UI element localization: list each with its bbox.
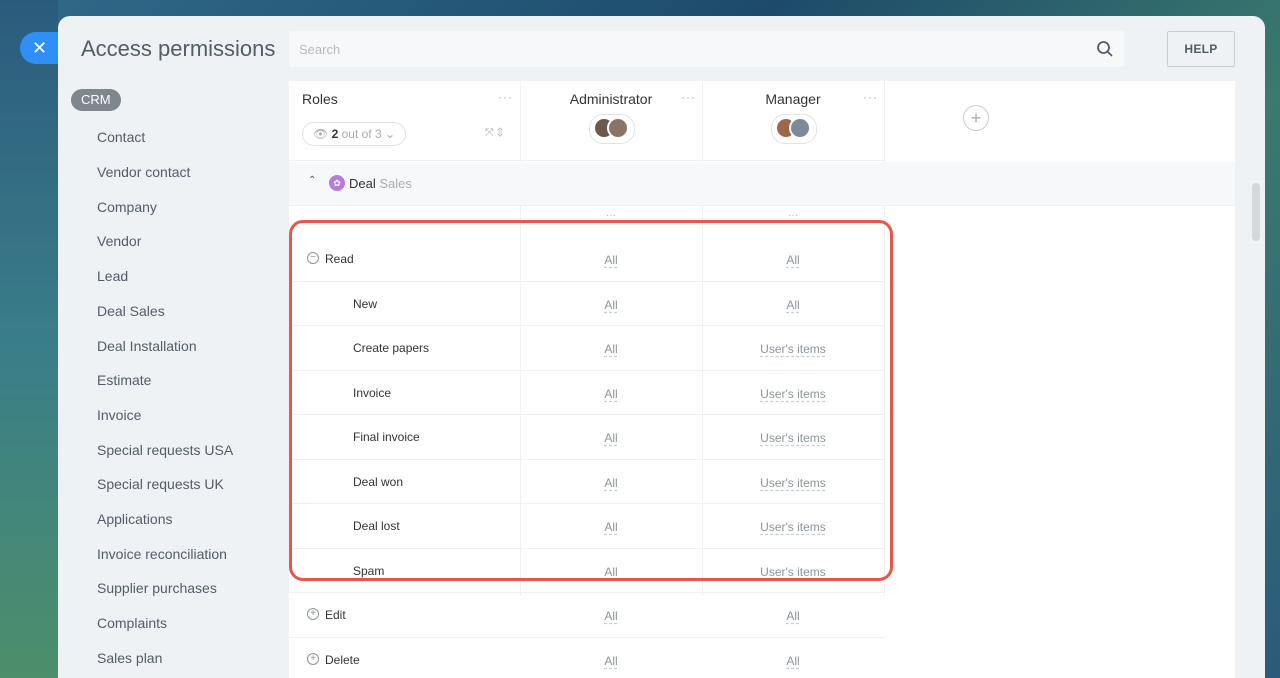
sidebar-item-special-requests-uk[interactable]: Special requests UK	[97, 476, 224, 492]
collapse-icon[interactable]: −	[307, 252, 319, 264]
administrator-permission-value[interactable]: All	[520, 431, 702, 445]
search-icon[interactable]	[1096, 40, 1114, 58]
table-row: − Read All All	[289, 237, 885, 282]
row-label: New	[353, 296, 378, 311]
table-row: Create papers All User's items	[289, 326, 885, 371]
sidebar-item-invoice[interactable]: Invoice	[97, 407, 141, 423]
row-label: Read	[325, 252, 354, 266]
column-administrator-title: Administrator	[569, 91, 653, 107]
table-row: Deal lost All User's items	[289, 504, 885, 549]
sidebar-item-lead[interactable]: Lead	[97, 268, 128, 284]
section-deal-sales[interactable]: ⌃ ✿ Deal Sales	[289, 162, 1235, 206]
close-icon: ✕	[32, 38, 48, 58]
row-label: Final invoice	[353, 430, 420, 444]
manager-menu-icon[interactable]: ···	[863, 90, 878, 104]
avatar	[789, 117, 811, 139]
table-row: Deal won All User's items	[289, 460, 885, 504]
column-manager-title: Manager	[765, 91, 821, 107]
table-row: + Edit All All	[289, 593, 885, 638]
section-title: Deal Sales	[349, 176, 412, 191]
administrator-section-menu-icon[interactable]: ···	[520, 210, 702, 221]
row-label: Deal won	[353, 474, 404, 489]
administrator-permission-value[interactable]: All	[520, 298, 702, 312]
administrator-permission-value[interactable]: All	[520, 654, 702, 668]
crm-badge[interactable]: CRM	[71, 89, 121, 111]
help-button[interactable]: HELP	[1167, 31, 1235, 67]
sidebar-item-company[interactable]: Company	[97, 199, 157, 215]
row-label: Invoice	[353, 385, 392, 400]
page-title: Access permissions	[81, 36, 276, 61]
search-bar	[289, 31, 1124, 67]
sidebar-item-vendor-contact[interactable]: Vendor contact	[97, 164, 190, 180]
administrator-permission-value[interactable]: All	[520, 565, 702, 579]
permissions-table: Roles ··· 👁 2 out of 3 ⌄ ⤧ ⇕ Administrat…	[289, 81, 1235, 678]
manager-permission-value[interactable]: All	[702, 609, 884, 623]
sidebar-item-contact[interactable]: Contact	[97, 129, 145, 145]
sidebar-item-invoice-reconciliation[interactable]: Invoice reconciliation	[97, 546, 227, 562]
manager-permission-value[interactable]: All	[702, 253, 884, 267]
administrator-menu-icon[interactable]: ···	[681, 90, 696, 104]
row-label: Create papers	[353, 341, 430, 355]
sidebar-item-sales-plan[interactable]: Sales plan	[97, 650, 162, 666]
table-row: Spam All User's items	[289, 549, 885, 593]
roles-filter-pill[interactable]: 👁 2 out of 3 ⌄	[302, 122, 407, 146]
handshake-icon: ✿	[329, 175, 345, 191]
sidebar-item-supplier-purchases[interactable]: Supplier purchases	[97, 580, 217, 596]
vertical-scrollbar[interactable]	[1252, 183, 1260, 241]
administrator-permission-value[interactable]: All	[520, 520, 702, 534]
manager-permission-value[interactable]: User's items	[702, 520, 884, 534]
sidebar-item-estimate[interactable]: Estimate	[97, 372, 151, 388]
expand-icon[interactable]: +	[307, 652, 319, 665]
manager-section-menu-icon[interactable]: ···	[702, 210, 884, 221]
administrator-avatars[interactable]	[589, 114, 635, 145]
sidebar-item-complaints[interactable]: Complaints	[97, 615, 167, 631]
background-app-strip	[0, 0, 58, 678]
collapse-expand-icon[interactable]: ⤧ ⇕	[485, 127, 503, 140]
expand-icon[interactable]: +	[307, 608, 319, 620]
manager-permission-value[interactable]: User's items	[702, 431, 884, 445]
row-label: Edit	[325, 608, 346, 622]
roles-menu-icon[interactable]: ···	[498, 90, 513, 104]
sidebar-item-special-requests-usa[interactable]: Special requests USA	[97, 442, 233, 458]
administrator-permission-value[interactable]: All	[520, 253, 702, 267]
administrator-permission-value[interactable]: All	[520, 476, 702, 490]
avatar	[607, 117, 629, 139]
row-label: Deal lost	[353, 519, 400, 533]
administrator-permission-value[interactable]: All	[520, 609, 702, 623]
eye-icon: 👁	[313, 127, 329, 141]
administrator-permission-value[interactable]: All	[520, 342, 702, 356]
table-row: Invoice All User's items	[289, 371, 885, 415]
manager-permission-value[interactable]: User's items	[702, 476, 884, 490]
table-header: Roles ··· 👁 2 out of 3 ⌄ ⤧ ⇕ Administrat…	[289, 81, 885, 161]
manager-permission-value[interactable]: User's items	[702, 387, 884, 401]
sidebar-item-deal-installation[interactable]: Deal Installation	[97, 338, 197, 354]
row-label: Delete	[325, 652, 360, 667]
table-row: + Delete All All	[289, 638, 885, 678]
roles-label: Roles	[302, 91, 338, 107]
manager-permission-value[interactable]: User's items	[702, 565, 884, 579]
manager-avatars[interactable]	[771, 114, 817, 145]
close-slider-button[interactable]: ✕	[20, 32, 60, 64]
row-label: Spam	[353, 563, 385, 578]
sidebar-item-applications[interactable]: Applications	[97, 511, 173, 527]
chevron-up-icon[interactable]: ⌃	[308, 175, 316, 186]
manager-permission-value[interactable]: All	[702, 654, 884, 668]
table-row: Final invoice All User's items	[289, 415, 885, 460]
manager-permission-value[interactable]: User's items	[702, 342, 884, 356]
sidebar-item-deal-sales[interactable]: Deal Sales	[97, 303, 165, 319]
table-row: New All All	[289, 282, 885, 326]
access-permissions-panel: Access permissions HELP CRM Contact Vend…	[58, 16, 1265, 678]
add-role-button[interactable]: +	[963, 105, 989, 131]
administrator-permission-value[interactable]: All	[520, 387, 702, 401]
sidebar-item-vendor[interactable]: Vendor	[97, 233, 141, 249]
search-input[interactable]	[289, 31, 1079, 67]
manager-permission-value[interactable]: All	[702, 298, 884, 312]
filter-total: out of 3	[338, 127, 382, 141]
